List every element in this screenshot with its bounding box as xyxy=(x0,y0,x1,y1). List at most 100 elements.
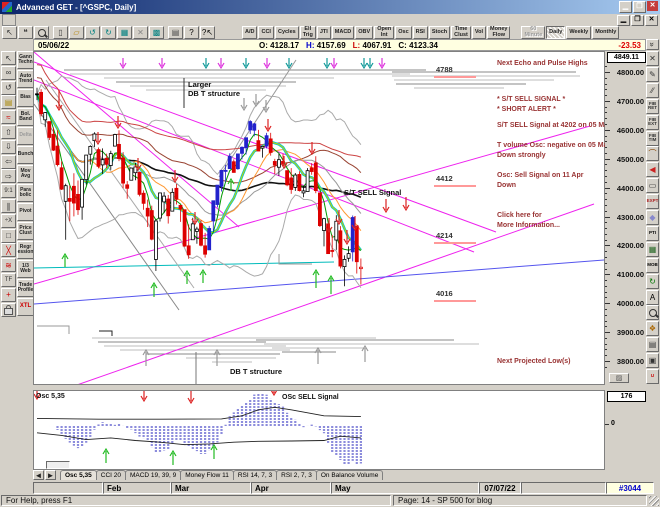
study-button-cci[interactable]: CCI xyxy=(258,26,273,39)
open-page-icon[interactable]: ▱ xyxy=(69,26,84,39)
layout-icon[interactable]: ▤ xyxy=(646,337,659,352)
study-icon[interactable]: ▤ xyxy=(1,95,16,109)
trendline-icon[interactable]: ∕∕ xyxy=(646,83,659,98)
zoom-icon[interactable] xyxy=(34,26,49,39)
mob-button[interactable]: MOB xyxy=(646,258,659,273)
page-chart-icon[interactable]: ▦ xyxy=(117,26,132,39)
study-button-a/d[interactable]: A/D xyxy=(242,26,257,39)
nine-one-icon[interactable]: 9:1 xyxy=(1,184,16,198)
collapse-chevron-button[interactable]: » xyxy=(646,39,659,50)
child-close-button[interactable]: ✕ xyxy=(645,15,658,26)
tab-rsi-2-7-3[interactable]: RSI 2, 7, 3 xyxy=(276,470,317,480)
arrow-right-icon[interactable]: ⇨ xyxy=(1,169,16,183)
diamond-icon[interactable]: ◆ xyxy=(646,210,659,225)
pointer-icon[interactable]: ↖ xyxy=(1,51,16,65)
left-study-auto-trend[interactable]: Auto Trend xyxy=(17,70,34,88)
study-button-jti[interactable]: JTI xyxy=(317,26,331,39)
fib-time-button[interactable]: FIB TIM xyxy=(646,131,659,146)
resize-grip[interactable] xyxy=(649,496,659,506)
study-button-osc[interactable]: Osc xyxy=(395,26,411,39)
update-button[interactable]: U xyxy=(646,369,659,384)
close-button[interactable]: ✕ xyxy=(647,1,658,11)
period-button-monthly[interactable]: Monthly xyxy=(592,26,619,39)
left-study-price-clust[interactable]: Price Clust xyxy=(17,222,34,240)
period-button-daily[interactable]: Daily xyxy=(546,26,565,39)
child-minimize-button[interactable]: ▁ xyxy=(617,15,630,26)
tab-scroll-right-button[interactable]: ► xyxy=(45,470,56,480)
fib-extension-button[interactable]: FIB EXT xyxy=(646,115,659,130)
print-icon[interactable]: ▤ xyxy=(168,26,183,39)
rectangle-tool-icon[interactable]: ▭ xyxy=(646,178,659,193)
left-study-bunch[interactable]: Bunch xyxy=(17,146,34,164)
left-study-mov-avg[interactable]: Mov Avg xyxy=(17,165,34,183)
study-button-rsi[interactable]: RSI xyxy=(413,26,428,39)
next-page-icon[interactable]: ↻ xyxy=(101,26,116,39)
axis-bar-counter[interactable]: #3044 xyxy=(606,482,654,494)
study-button-time-clust[interactable]: Time Clust xyxy=(451,26,471,39)
left-study-xtl[interactable]: XTL xyxy=(17,298,34,316)
divide-icon[interactable]: ÷X xyxy=(1,214,16,228)
lock-icon[interactable] xyxy=(1,303,16,317)
palette-icon[interactable]: ❖ xyxy=(646,321,659,336)
pencil-icon[interactable]: ✎ xyxy=(646,67,659,82)
arrow-left-icon[interactable]: ⇦ xyxy=(1,155,16,169)
left-study-gann-techn[interactable]: Gann Techn xyxy=(17,51,34,69)
rectangle-icon[interactable]: □ xyxy=(1,229,16,243)
study-button-ell-trig[interactable]: Ell Trig xyxy=(300,26,316,39)
axis-cursor-date[interactable]: 07/07/22 xyxy=(479,482,521,494)
new-page-icon[interactable]: ▯ xyxy=(53,26,68,39)
timeframe-icon[interactable]: TF xyxy=(1,273,16,287)
tab-cci-20[interactable]: CCI 20 xyxy=(96,470,126,480)
tab-osc-5-35[interactable]: Osc 5,35 xyxy=(60,470,97,480)
tab-rsi-14-7-3[interactable]: RSI 14, 7, 3 xyxy=(233,470,277,480)
text-tool-icon[interactable]: A xyxy=(646,290,659,305)
left-study-regr-ession[interactable]: Regr ession xyxy=(17,241,34,259)
magnifier-icon[interactable] xyxy=(646,305,659,320)
tab-scroll-left-button[interactable]: ◄ xyxy=(33,470,44,480)
context-help-icon[interactable]: ?↖ xyxy=(200,26,215,39)
crosshair-icon[interactable]: + xyxy=(1,288,16,302)
gann-arc-icon[interactable]: ⌒ xyxy=(646,146,659,161)
megaphone-icon[interactable]: ◀ xyxy=(646,162,659,177)
waves-icon[interactable]: ≋ xyxy=(1,258,16,272)
study-button-open-int[interactable]: Open Int xyxy=(374,26,394,39)
delete-page-icon[interactable]: ✕ xyxy=(133,26,148,39)
tab-on-balance-volume[interactable]: On Balance Volume xyxy=(316,470,383,480)
quote-icon[interactable]: ❝ xyxy=(18,26,33,39)
price-chart-area[interactable]: Larger DB T structure S/T SELL Signal DB… xyxy=(33,51,605,385)
bar-spacing-icon[interactable]: ∥ xyxy=(1,199,16,213)
pointer-tool-icon[interactable]: ↖ xyxy=(2,26,17,39)
left-study-bol--band[interactable]: Bol. Band xyxy=(17,108,34,126)
price-scale[interactable]: 4849.11 4800.004700.004600.004500.004400… xyxy=(605,51,646,385)
arrow-up-icon[interactable]: ⇧ xyxy=(1,125,16,139)
more-info-link[interactable]: Click here for xyxy=(497,212,542,219)
refresh-icon[interactable]: ↻ xyxy=(646,274,659,289)
grid-icon[interactable]: ▦ xyxy=(646,242,659,257)
study-button-stoch[interactable]: Stoch xyxy=(429,26,450,39)
study-button-obv[interactable]: OBV xyxy=(355,26,373,39)
tab-macd-19-39-9[interactable]: MACD 19, 39, 9 xyxy=(125,470,181,480)
left-study-pivot[interactable]: Pivot xyxy=(17,203,34,221)
tab-money-flow-11[interactable]: Money Flow 11 xyxy=(180,470,234,480)
fib-retrace-button[interactable]: FIB RET xyxy=(646,99,659,114)
study-button-vol[interactable]: Vol xyxy=(472,26,486,39)
chart-window-icon[interactable]: ▩ xyxy=(149,26,164,39)
study-button-macd[interactable]: MACD xyxy=(332,26,355,39)
oscillator-panel[interactable]: Osc 5,35 OSc SELL Signal xyxy=(33,390,605,470)
more-info-link[interactable]: More Information... xyxy=(497,222,560,229)
child-window-icon[interactable] xyxy=(2,14,16,26)
binoculars-icon[interactable]: ∞ xyxy=(1,66,16,80)
prev-page-icon[interactable]: ↺ xyxy=(85,26,100,39)
copy-page-icon[interactable]: ▣ xyxy=(646,353,659,368)
period-button-weekly[interactable]: Weekly xyxy=(566,26,591,39)
help-icon[interactable]: ? xyxy=(184,26,199,39)
left-study-1-3-web[interactable]: 1/3 Web xyxy=(17,260,34,278)
elliott-icon[interactable]: ≈ xyxy=(1,110,16,124)
page-grid-button[interactable]: ▨ xyxy=(609,373,629,383)
left-study-bias[interactable]: Bias xyxy=(17,89,34,107)
lines-icon[interactable]: ╳ xyxy=(1,243,16,257)
erase-icon[interactable]: ✕ xyxy=(646,51,659,66)
left-study-trade-profile[interactable]: Trade Profile xyxy=(17,279,34,297)
pti-button[interactable]: PTI xyxy=(646,226,659,241)
study-button-money-flow[interactable]: Money Flow xyxy=(487,26,510,39)
